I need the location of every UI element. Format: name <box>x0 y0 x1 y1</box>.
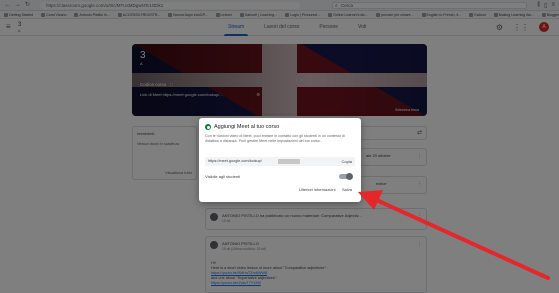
google-meet-icon <box>205 124 211 130</box>
dialog-title: Aggiungi Meet al tuo corso <box>205 124 279 130</box>
visible-to-students-toggle[interactable] <box>339 173 353 180</box>
save-button[interactable]: Salva <box>342 187 352 192</box>
more-info-button[interactable]: Ulteriori informazioni <box>299 187 335 192</box>
add-meet-dialog: Aggiungi Meet al tuo corso Con le riunio… <box>199 118 361 202</box>
dialog-title-text: Aggiungi Meet al tuo corso <box>214 124 280 130</box>
dialog-description: Con le riunioni video di Meet, puoi entr… <box>205 134 345 143</box>
meet-link-text: https://meet.google.com/lookup/ <box>208 159 262 163</box>
redacted-link-code <box>278 159 300 164</box>
copy-link-button[interactable]: Copia <box>342 159 352 164</box>
toggle-knob <box>346 173 353 180</box>
meet-link-field: https://meet.google.com/lookup/ Copia <box>205 157 355 166</box>
visible-to-students-label: Visibile agli studenti <box>205 174 241 179</box>
